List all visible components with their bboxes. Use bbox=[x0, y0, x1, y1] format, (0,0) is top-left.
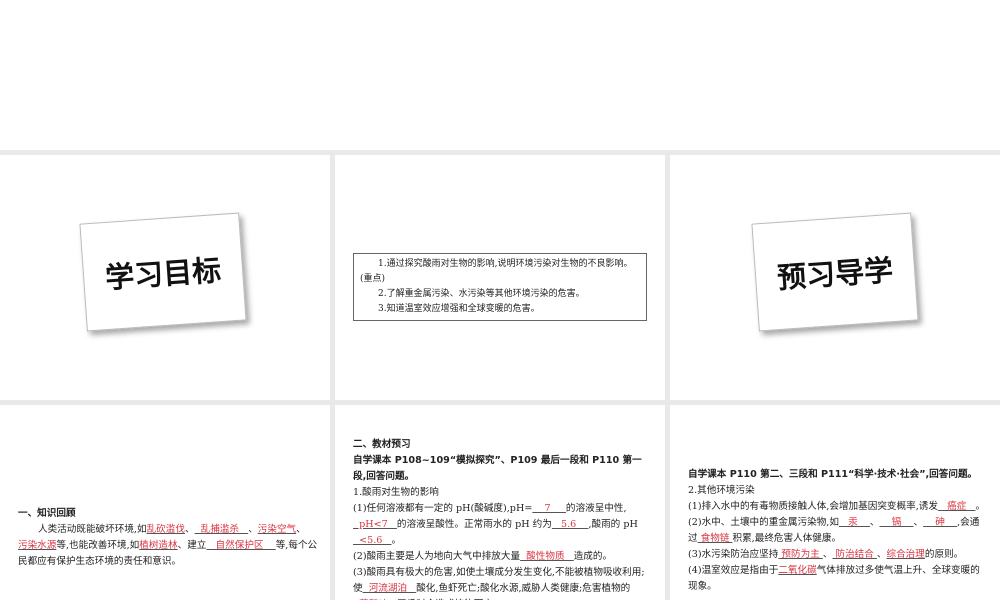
paragraph: (2)酸雨主要是人为地向大气中排放大量 酸性物质 造成的。 bbox=[353, 549, 651, 565]
answer-blank: 酸性物质 bbox=[520, 551, 574, 562]
text-segment: 、 bbox=[184, 524, 195, 535]
text-segment: 积累,最终危害人体健康。 bbox=[732, 533, 842, 544]
review-text: 一、知识回顾 人类活动既能破坏环境,如乱砍滥伐、 乱捕滥杀 、污染空气、污染水源等… bbox=[18, 506, 318, 570]
goal-item: 2.了解重金属污染、水污染等其他环境污染的危害。 bbox=[378, 289, 585, 299]
paragraph: (4)温室效应是指由于二氧化碳气体排放过多使气温上升、全球变暖的现象。 bbox=[688, 563, 988, 595]
paragraph: (3)酸雨具有极大的危害,如使土壤成分发生变化,不能被植物吸收利用;使 河流湖泊… bbox=[353, 565, 651, 600]
pollution-text: 自学课本 P110 第二、三段和 P111“科学·技术·社会”,回答问题。 2.其… bbox=[688, 467, 988, 595]
answer-blank: 乱捕滥杀 bbox=[194, 524, 249, 535]
text-segment: (3)水污染防治应坚持 bbox=[688, 549, 779, 560]
answer-blank: 防治结合 bbox=[832, 549, 877, 560]
slide-knowledge-review[interactable]: 一、知识回顾 人类活动既能破坏环境,如乱砍滥伐、 乱捕滥杀 、污染空气、污染水源等… bbox=[0, 405, 330, 600]
answer-blank: 综合治理 bbox=[886, 549, 925, 560]
slide-preview-cover[interactable]: 预习导学 bbox=[670, 155, 1000, 400]
text-segment: 2.其他环境污染 bbox=[688, 485, 755, 496]
paragraph: (1)任何溶液都有一定的 pH(酸碱度),pH= 7 的溶液呈中性, pH<7 … bbox=[353, 501, 651, 549]
text-segment: 、 bbox=[876, 549, 887, 560]
text-segment: 等,也能改善环境,如 bbox=[56, 540, 140, 551]
answer-blank: pH<7 bbox=[353, 519, 397, 530]
answer-blank: 癌症 bbox=[937, 501, 976, 512]
slide-learning-goals-cover[interactable]: 学习目标 bbox=[0, 155, 330, 400]
answer-blank: 污染空气 bbox=[257, 524, 297, 535]
answer-blank: 砷 bbox=[923, 517, 958, 528]
paragraph: (3)水污染防治应坚持 预防为主 、 防治结合 、综合治理的原则。 bbox=[688, 547, 988, 563]
text-segment: 、 bbox=[248, 524, 258, 535]
text-segment: (2)水中、土壤中的重金属污染物,如 bbox=[688, 517, 839, 528]
answer-blank: 预防为主 bbox=[778, 549, 823, 560]
paragraph: 一、知识回顾 bbox=[18, 506, 318, 522]
answer-blank: 二氧化碳 bbox=[778, 565, 817, 576]
text-segment: 二、教材预习 bbox=[353, 439, 411, 450]
answer-blank: 镉 bbox=[879, 517, 914, 528]
goal-item: 1.通过探究酸雨对生物的影响,说明环境污染对生物的不良影响。(重点) bbox=[360, 259, 633, 284]
goals-box: 1.通过探究酸雨对生物的影响,说明环境污染对生物的不良影响。(重点) 2.了解重… bbox=[353, 253, 647, 321]
text-segment: 人类活动既能破坏环境,如 bbox=[38, 524, 147, 535]
paragraph: 二、教材预习 bbox=[353, 437, 651, 453]
answer-blank: 食物链 bbox=[697, 533, 733, 544]
text-segment: 造成的。 bbox=[573, 551, 613, 562]
paragraph: 2.其他环境污染 bbox=[688, 483, 988, 499]
text-segment: 自学课本 P110 第二、三段和 P111“科学·技术·社会”,回答问题。 bbox=[688, 469, 978, 480]
text-segment: 的溶液呈酸性。正常雨水的 pH 约为 bbox=[396, 519, 552, 530]
text-segment: (1)任何溶液都有一定的 pH(酸碱度),pH= bbox=[353, 503, 533, 514]
text-segment: 的原则。 bbox=[924, 549, 964, 560]
text-segment: 1.酸雨对生物的影响 bbox=[353, 487, 439, 498]
card-title: 预习导学 bbox=[776, 252, 895, 296]
text-segment: 、 bbox=[913, 517, 924, 528]
text-segment: 、 bbox=[822, 549, 833, 560]
paragraph: 人类活动既能破坏环境,如乱砍滥伐、 乱捕滥杀 、污染空气、污染水源等,也能改善环… bbox=[18, 522, 318, 570]
slide-learning-goals[interactable]: 1.通过探究酸雨对生物的影响,说明环境污染对生物的不良影响。(重点) 2.了解重… bbox=[335, 155, 665, 400]
answer-blank: 5.6 bbox=[551, 519, 589, 530]
goal-item: 3.知道温室效应增强和全球变暖的危害。 bbox=[378, 304, 540, 314]
text-segment: (2)酸雨主要是人为地向大气中排放大量 bbox=[353, 551, 521, 562]
text-segment: 、 bbox=[869, 517, 880, 528]
paragraph: (2)水中、土壤中的重金属污染物,如 汞 、 镉 、 砷 ,会通过 食物链 积累… bbox=[688, 515, 988, 547]
title-card: 学习目标 bbox=[79, 212, 247, 332]
text-segment: 酸化,鱼虾死亡;酸化水源,威胁人类健康;危害植物的 bbox=[416, 583, 631, 594]
blank-top-slide bbox=[0, 0, 1000, 150]
text-segment: ,酸雨的 pH bbox=[588, 519, 638, 530]
text-segment: 、建立 bbox=[177, 540, 207, 551]
answer-blank: 乱砍滥伐 bbox=[146, 524, 185, 535]
slide-textbook-preview[interactable]: 二、教材预习自学课本 P108~109“模拟探究”、P109 最后一段和 P11… bbox=[335, 405, 665, 600]
card-title: 学习目标 bbox=[104, 252, 223, 296]
text-segment: 自学课本 P108~109“模拟探究”、P109 最后一段和 P110 第一段,… bbox=[353, 455, 642, 482]
text-segment: (1)排入水中的有毒物质接触人体,会增加基因突变概率,诱发 bbox=[688, 501, 938, 512]
answer-blank: 污染水源 bbox=[18, 540, 57, 551]
text-segment: 。 bbox=[391, 535, 402, 546]
text-segment: 。 bbox=[975, 501, 986, 512]
preview-text: 二、教材预习自学课本 P108~109“模拟探究”、P109 最后一段和 P11… bbox=[353, 437, 651, 600]
answer-blank: <5.6 bbox=[353, 535, 392, 546]
text-segment: 一、知识回顾 bbox=[18, 508, 76, 519]
answer-blank: 河流湖泊 bbox=[362, 583, 417, 594]
paragraph: 1.酸雨对生物的影响 bbox=[353, 485, 651, 501]
answer-blank: 植树造林 bbox=[139, 540, 178, 551]
answer-blank: 汞 bbox=[838, 517, 870, 528]
paragraph: 自学课本 P110 第二、三段和 P111“科学·技术·社会”,回答问题。 bbox=[688, 467, 988, 483]
paragraph: 自学课本 P108~109“模拟探究”、P109 最后一段和 P110 第一段,… bbox=[353, 453, 651, 485]
text-segment: 的溶液呈中性, bbox=[565, 503, 627, 514]
answer-blank: 7 bbox=[532, 503, 566, 514]
text-segment: (4)温室效应是指由于 bbox=[688, 565, 779, 576]
paragraph: (1)排入水中的有毒物质接触人体,会增加基因突变概率,诱发 癌症 。 bbox=[688, 499, 988, 515]
text-segment: 、 bbox=[296, 524, 306, 535]
slide-other-pollution[interactable]: 自学课本 P110 第二、三段和 P111“科学·技术·社会”,回答问题。 2.其… bbox=[670, 405, 1000, 600]
answer-blank: 自然保护区 bbox=[206, 540, 276, 551]
title-card: 预习导学 bbox=[751, 212, 919, 332]
